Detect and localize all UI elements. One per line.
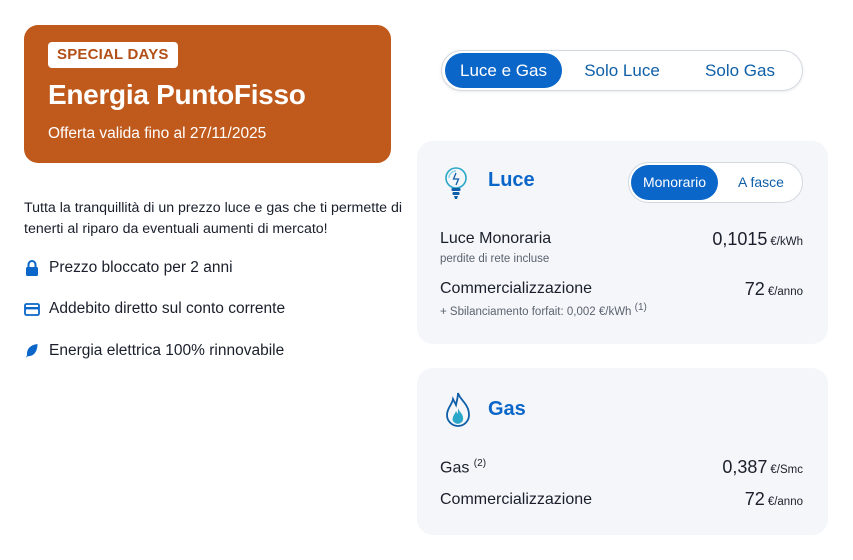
luce-monoraria-price: 0,1015 €/kWh (712, 229, 803, 250)
feature-label: Energia elettrica 100% rinnovabile (49, 342, 285, 359)
lightbulb-icon (442, 165, 472, 208)
price-unit: €/anno (767, 286, 803, 298)
gas-commercializzazione-price: 72 €/anno (745, 489, 803, 510)
tab-solo-gas[interactable]: Solo Gas (684, 53, 796, 88)
footnote-ref-2[interactable]: (2) (474, 458, 486, 469)
offer-title: Energia PuntoFisso (48, 79, 306, 110)
price-value: 72 (744, 489, 765, 509)
feature-item-renewable: Energia elettrica 100% rinnovabile (24, 340, 284, 362)
luce-card: Luce Monorario A fasce Luce Monoraria pe… (417, 141, 828, 344)
sbilanciamento-text: + Sbilanciamento forfait: 0,002 €/kWh (440, 305, 632, 318)
credit-card-icon (24, 301, 40, 317)
gas-price: 0,387 €/Smc (722, 457, 803, 478)
toggle-monorario[interactable]: Monorario (631, 165, 718, 200)
gas-label-text: Gas (440, 459, 470, 477)
offer-type-tabs: Luce e Gas Solo Luce Solo Gas (441, 50, 803, 91)
price-value: 0,387 (722, 457, 768, 477)
price-value: 72 (744, 279, 765, 299)
toggle-a-fasce[interactable]: A fasce (721, 165, 801, 200)
price-unit: €/kWh (770, 236, 803, 248)
price-value: 0,1015 (712, 229, 768, 249)
luce-monoraria-label: Luce Monoraria (440, 230, 552, 247)
offer-validity: Offerta valida fino al 27/11/2025 (48, 125, 267, 142)
luce-tariff-toggle: Monorario A fasce (628, 162, 803, 203)
feature-item-direct-debit: Addebito diretto sul conto corrente (24, 298, 285, 320)
lock-icon (24, 260, 40, 276)
gas-card: Gas Gas (2) 0,387 €/Smc Commercializzazio… (417, 368, 828, 535)
offer-card: SPECIAL DAYS Energia PuntoFisso Offerta … (24, 25, 391, 163)
price-unit: €/Smc (770, 464, 803, 476)
special-days-badge: SPECIAL DAYS (48, 42, 178, 68)
feature-label: Prezzo bloccato per 2 anni (49, 259, 233, 276)
price-unit: €/anno (767, 496, 803, 508)
gas-commercializzazione-label: Commercializzazione (440, 491, 593, 508)
luce-commercializzazione-label: Commercializzazione (440, 280, 593, 297)
tab-luce-e-gas[interactable]: Luce e Gas (445, 53, 562, 88)
gas-title: Gas (488, 398, 526, 420)
luce-commercializzazione-price: 72 €/anno (745, 279, 803, 300)
feature-label: Addebito diretto sul conto corrente (49, 300, 286, 317)
flame-icon (443, 391, 473, 436)
feature-item-price-lock: Prezzo bloccato per 2 anni (24, 257, 233, 279)
tab-solo-luce[interactable]: Solo Luce (566, 53, 678, 88)
luce-monoraria-note: perdite di rete incluse (440, 253, 550, 265)
luce-title: Luce (488, 169, 535, 191)
sbilanciamento-note: + Sbilanciamento forfait: 0,002 €/kWh (1… (440, 302, 647, 318)
leaf-icon (24, 343, 40, 359)
gas-price-label: Gas (2) (440, 458, 486, 477)
footnote-ref-1[interactable]: (1) (635, 302, 647, 313)
offer-description: Tutta la tranquillità di un prezzo luce … (24, 200, 403, 237)
